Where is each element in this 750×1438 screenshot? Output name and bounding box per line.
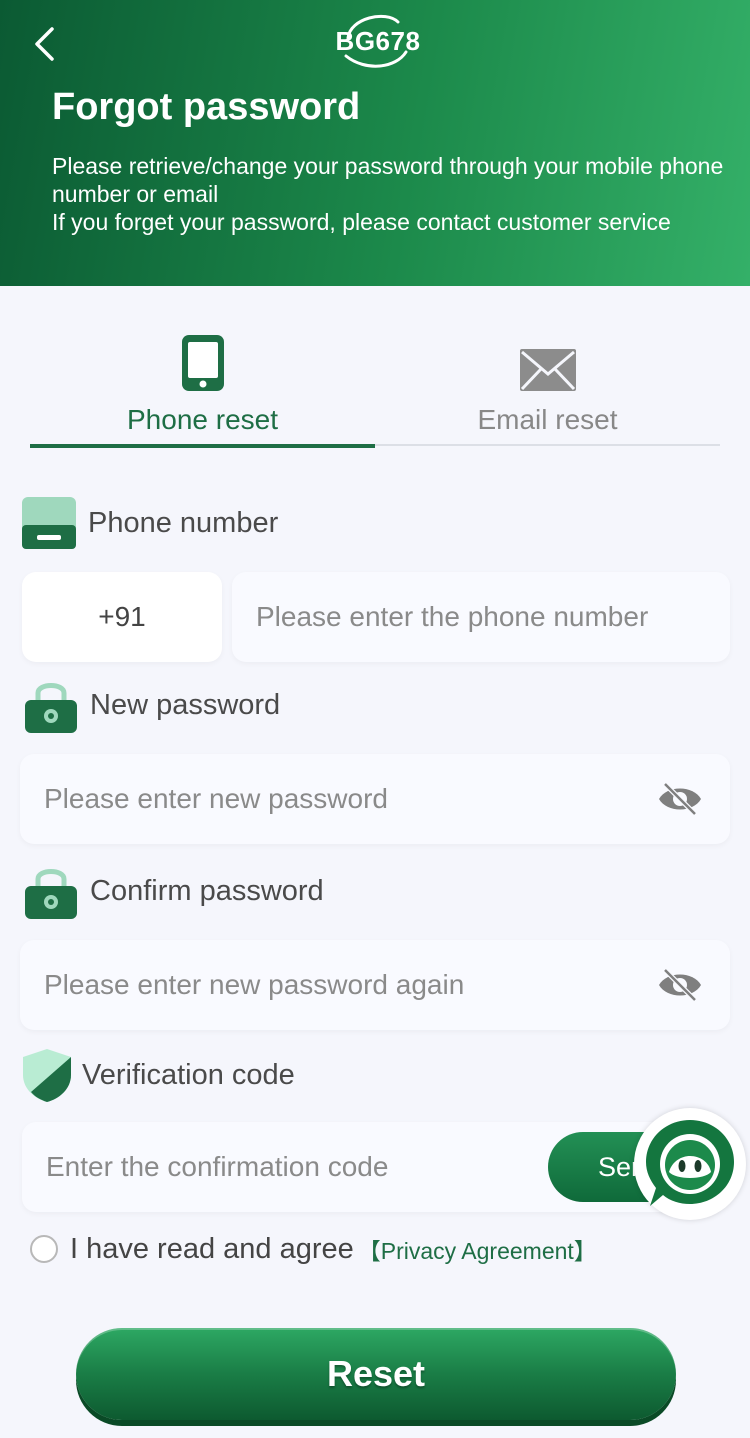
chevron-left-icon xyxy=(35,27,54,61)
logo-text: BG678 xyxy=(335,25,421,56)
active-tab-indicator xyxy=(30,444,375,448)
lock-icon xyxy=(25,683,77,733)
tab-email-reset[interactable]: Email reset xyxy=(375,300,720,446)
page-header: BG678 Forgot password Please retrieve/ch… xyxy=(0,0,750,286)
brand-logo: BG678 xyxy=(318,8,438,74)
confirm-password-input[interactable] xyxy=(20,940,730,1030)
confirm-password-label: Confirm password xyxy=(90,874,324,907)
new-password-input[interactable] xyxy=(20,754,730,844)
country-code-value: +91 xyxy=(98,601,146,632)
verification-code-label: Verification code xyxy=(82,1058,295,1091)
tab-phone-reset-label: Phone reset xyxy=(127,404,278,435)
verification-code-input[interactable] xyxy=(22,1122,542,1212)
reset-button-label: Reset xyxy=(326,1353,426,1394)
back-button[interactable] xyxy=(24,22,64,66)
phone-number-label: Phone number xyxy=(88,506,279,539)
tab-email-reset-label: Email reset xyxy=(477,404,618,435)
eye-off-icon xyxy=(659,968,701,1002)
chat-bot-icon xyxy=(646,1120,734,1206)
new-password-label: New password xyxy=(90,688,281,721)
phone-field-icon xyxy=(22,497,76,549)
reset-button[interactable]: Reset xyxy=(76,1328,676,1420)
phone-icon xyxy=(181,335,224,391)
phone-number-input[interactable] xyxy=(232,572,730,662)
reset-method-tabs: Phone reset Email reset xyxy=(30,300,720,448)
eye-off-icon xyxy=(659,782,701,816)
shield-icon xyxy=(23,1049,71,1102)
description-line-2: If you forget your password, please cont… xyxy=(52,209,671,235)
description-line-1: Please retrieve/change your password thr… xyxy=(52,153,724,207)
new-password-label-row: New password xyxy=(22,676,280,734)
agreement-row: I have read and agree 【Privacy Agreement… xyxy=(30,1232,597,1266)
privacy-agreement-link[interactable]: 【Privacy Agreement】 xyxy=(358,1232,597,1266)
agreement-text: I have read and agree xyxy=(70,1232,354,1265)
phone-number-label-row: Phone number xyxy=(20,494,278,552)
page-description: Please retrieve/change your password thr… xyxy=(52,152,732,236)
envelope-icon xyxy=(519,349,576,391)
customer-service-chat-button[interactable] xyxy=(634,1108,746,1220)
page-title: Forgot password xyxy=(52,86,361,128)
lock-icon xyxy=(25,869,77,919)
new-password-input-box xyxy=(20,754,730,844)
tab-phone-reset[interactable]: Phone reset xyxy=(30,300,375,448)
toggle-confirm-visibility-button[interactable] xyxy=(656,965,704,1005)
toggle-password-visibility-button[interactable] xyxy=(656,779,704,819)
agreement-checkbox[interactable] xyxy=(30,1235,58,1263)
country-code-selector[interactable]: +91 xyxy=(22,572,222,662)
verification-code-label-row: Verification code xyxy=(18,1046,295,1104)
confirm-password-input-box xyxy=(20,940,730,1030)
confirm-password-label-row: Confirm password xyxy=(22,862,324,920)
phone-input-box xyxy=(232,572,730,662)
